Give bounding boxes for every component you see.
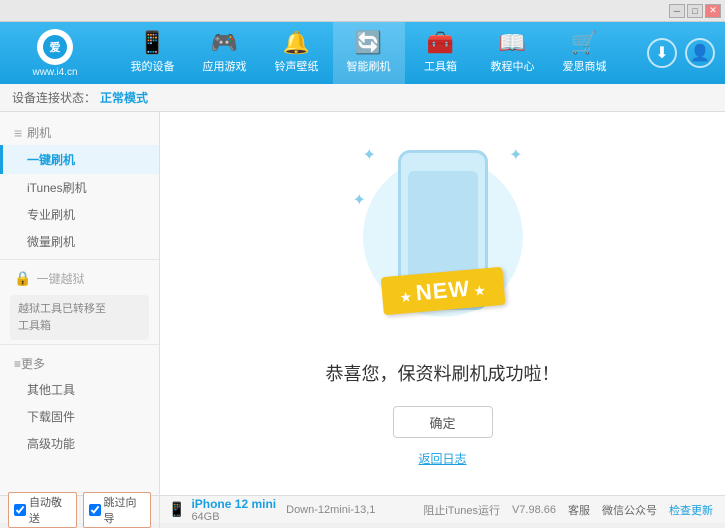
one-click-flash-label: 一键刷机 (27, 151, 75, 168)
title-bar: ─ □ ✕ (0, 0, 725, 22)
download-firmware-label: 下载固件 (27, 410, 75, 424)
logo-circle: 爱 (37, 29, 73, 65)
apps-games-icon: 🎮 (211, 32, 238, 54)
window-controls: ─ □ ✕ (669, 4, 721, 18)
sidebar-divider-1 (0, 259, 159, 260)
status-bar: 设备连接状态： 正常模式 (0, 84, 725, 112)
sparkle-icon-2: ✦ (509, 145, 522, 165)
nav-bar: 爱 www.i4.cn 📱 我的设备 🎮 应用游戏 🔔 铃声壁纸 🔄 智能刷机 … (0, 22, 725, 84)
more-section-label: 更多 (21, 355, 45, 372)
sidebar-item-itunes-flash[interactable]: iTunes刷机 (0, 174, 159, 201)
phone-screen (408, 171, 478, 281)
nav-item-apps-games[interactable]: 🎮 应用游戏 (189, 22, 261, 84)
device-details: iPhone 12 mini 64GB (191, 497, 276, 523)
my-device-label: 我的设备 (131, 58, 175, 74)
shop-label: 爱思商城 (563, 58, 607, 74)
ringtones-icon: 🔔 (283, 32, 310, 54)
bottom-bar: 自动敬送 跳过向导 📱 iPhone 12 mini 64GB Down-12m… (0, 495, 725, 523)
status-label: 设备连接状态： (12, 89, 96, 106)
maximize-button[interactable]: □ (687, 4, 703, 18)
skip-wizard-checkbox-label[interactable]: 跳过向导 (83, 492, 152, 528)
device-version: Down-12mini-13,1 (286, 504, 375, 516)
sidebar-item-advanced[interactable]: 高级功能 (0, 430, 159, 457)
jailbreak-section-label: 一键越狱 (36, 270, 84, 287)
smart-flash-icon: 🔄 (355, 32, 382, 54)
logo-area[interactable]: 爱 www.i4.cn (10, 29, 100, 78)
pro-flash-label: 专业刷机 (27, 208, 75, 222)
sparkle-icon-3: ✦ (353, 190, 366, 210)
check-update-link[interactable]: 检查更新 (669, 502, 713, 518)
ringtones-label: 铃声壁纸 (275, 58, 319, 74)
auto-push-label: 自动敬送 (29, 494, 71, 526)
back-link[interactable]: 返回日志 (418, 450, 466, 467)
close-button[interactable]: ✕ (705, 4, 721, 18)
apps-games-label: 应用游戏 (203, 58, 247, 74)
sidebar-item-pro-flash[interactable]: 专业刷机 (0, 201, 159, 228)
sidebar-item-micro-flash[interactable]: 微量刷机 (0, 228, 159, 255)
skip-wizard-label: 跳过向导 (104, 494, 146, 526)
main-content: ≡ 刷机 一键刷机 iTunes刷机 专业刷机 微量刷机 🔒 一键越狱 越狱工具… (0, 112, 725, 495)
shop-icon: 🛒 (571, 32, 598, 54)
sidebar-section-flash[interactable]: ≡ 刷机 (0, 118, 159, 145)
skip-wizard-checkbox[interactable] (89, 504, 101, 516)
content-area: ✦ ✦ ✦ NEW 恭喜您，保资料刷机成功啦！ 确定 返回日志 (160, 112, 725, 495)
device-name: iPhone 12 mini (191, 497, 276, 511)
logo-icon: 爱 (43, 35, 67, 59)
flash-section-icon: ≡ (14, 125, 22, 141)
sidebar-item-download-firmware[interactable]: 下载固件 (0, 403, 159, 430)
download-button[interactable]: ⬇ (647, 38, 677, 68)
device-storage: 64GB (191, 511, 276, 523)
bottom-device-info: 📱 iPhone 12 mini 64GB Down-12mini-13,1 (160, 497, 423, 523)
sidebar-divider-2 (0, 344, 159, 345)
minimize-button[interactable]: ─ (669, 4, 685, 18)
sidebar: ≡ 刷机 一键刷机 iTunes刷机 专业刷机 微量刷机 🔒 一键越狱 越狱工具… (0, 112, 160, 495)
bottom-device-section: 自动敬送 跳过向导 (0, 492, 160, 528)
user-button[interactable]: 👤 (685, 38, 715, 68)
more-section-icon: ≡ (14, 357, 21, 371)
device-icon: 📱 (168, 501, 185, 518)
nav-item-my-device[interactable]: 📱 我的设备 (117, 22, 189, 84)
nav-item-toolbox[interactable]: 🧰 工具箱 (405, 22, 477, 84)
nav-item-shop[interactable]: 🛒 爱思商城 (549, 22, 621, 84)
lock-icon: 🔒 (14, 270, 31, 287)
nav-items: 📱 我的设备 🎮 应用游戏 🔔 铃声壁纸 🔄 智能刷机 🧰 工具箱 📖 教程中心… (100, 22, 637, 84)
nav-right: ⬇ 👤 (647, 38, 715, 68)
logo-text: www.i4.cn (32, 67, 77, 78)
sidebar-section-jailbreak[interactable]: 🔒 一键越狱 (0, 264, 159, 291)
sidebar-notice-jailbreak: 越狱工具已转移至 工具箱 (10, 295, 149, 340)
wechat-link[interactable]: 微信公众号 (602, 502, 657, 518)
toolbox-label: 工具箱 (424, 58, 457, 74)
sidebar-section-more[interactable]: ≡ 更多 (0, 349, 159, 376)
bottom-right: 阻止iTunes运行 V7.98.66 客服 微信公众号 检查更新 (423, 502, 725, 518)
confirm-button[interactable]: 确定 (393, 406, 493, 438)
tutorial-icon: 📖 (499, 32, 526, 54)
sidebar-item-one-click-flash[interactable]: 一键刷机 (0, 145, 159, 174)
notice-text: 越狱工具已转移至 工具箱 (18, 303, 106, 332)
tutorial-label: 教程中心 (491, 58, 535, 74)
micro-flash-label: 微量刷机 (27, 235, 75, 249)
itunes-status: 阻止iTunes运行 (423, 502, 500, 518)
advanced-label: 高级功能 (27, 437, 75, 451)
flash-section-label: 刷机 (27, 124, 51, 141)
success-text: 恭喜您，保资料刷机成功啦！ (326, 360, 560, 386)
sidebar-item-other-tools[interactable]: 其他工具 (0, 376, 159, 403)
success-illustration: ✦ ✦ ✦ NEW (353, 140, 533, 340)
sparkle-icon-1: ✦ (363, 145, 376, 165)
smart-flash-label: 智能刷机 (347, 58, 391, 74)
auto-push-checkbox[interactable] (14, 504, 26, 516)
auto-push-checkbox-label[interactable]: 自动敬送 (8, 492, 77, 528)
nav-item-ringtones[interactable]: 🔔 铃声壁纸 (261, 22, 333, 84)
customer-service-link[interactable]: 客服 (568, 502, 590, 518)
nav-item-smart-flash[interactable]: 🔄 智能刷机 (333, 22, 405, 84)
my-device-icon: 📱 (139, 32, 166, 54)
status-value: 正常模式 (100, 89, 148, 106)
version-label: V7.98.66 (512, 504, 556, 516)
toolbox-icon: 🧰 (427, 32, 454, 54)
nav-item-tutorial[interactable]: 📖 教程中心 (477, 22, 549, 84)
other-tools-label: 其他工具 (27, 383, 75, 397)
itunes-flash-label: iTunes刷机 (27, 181, 87, 195)
